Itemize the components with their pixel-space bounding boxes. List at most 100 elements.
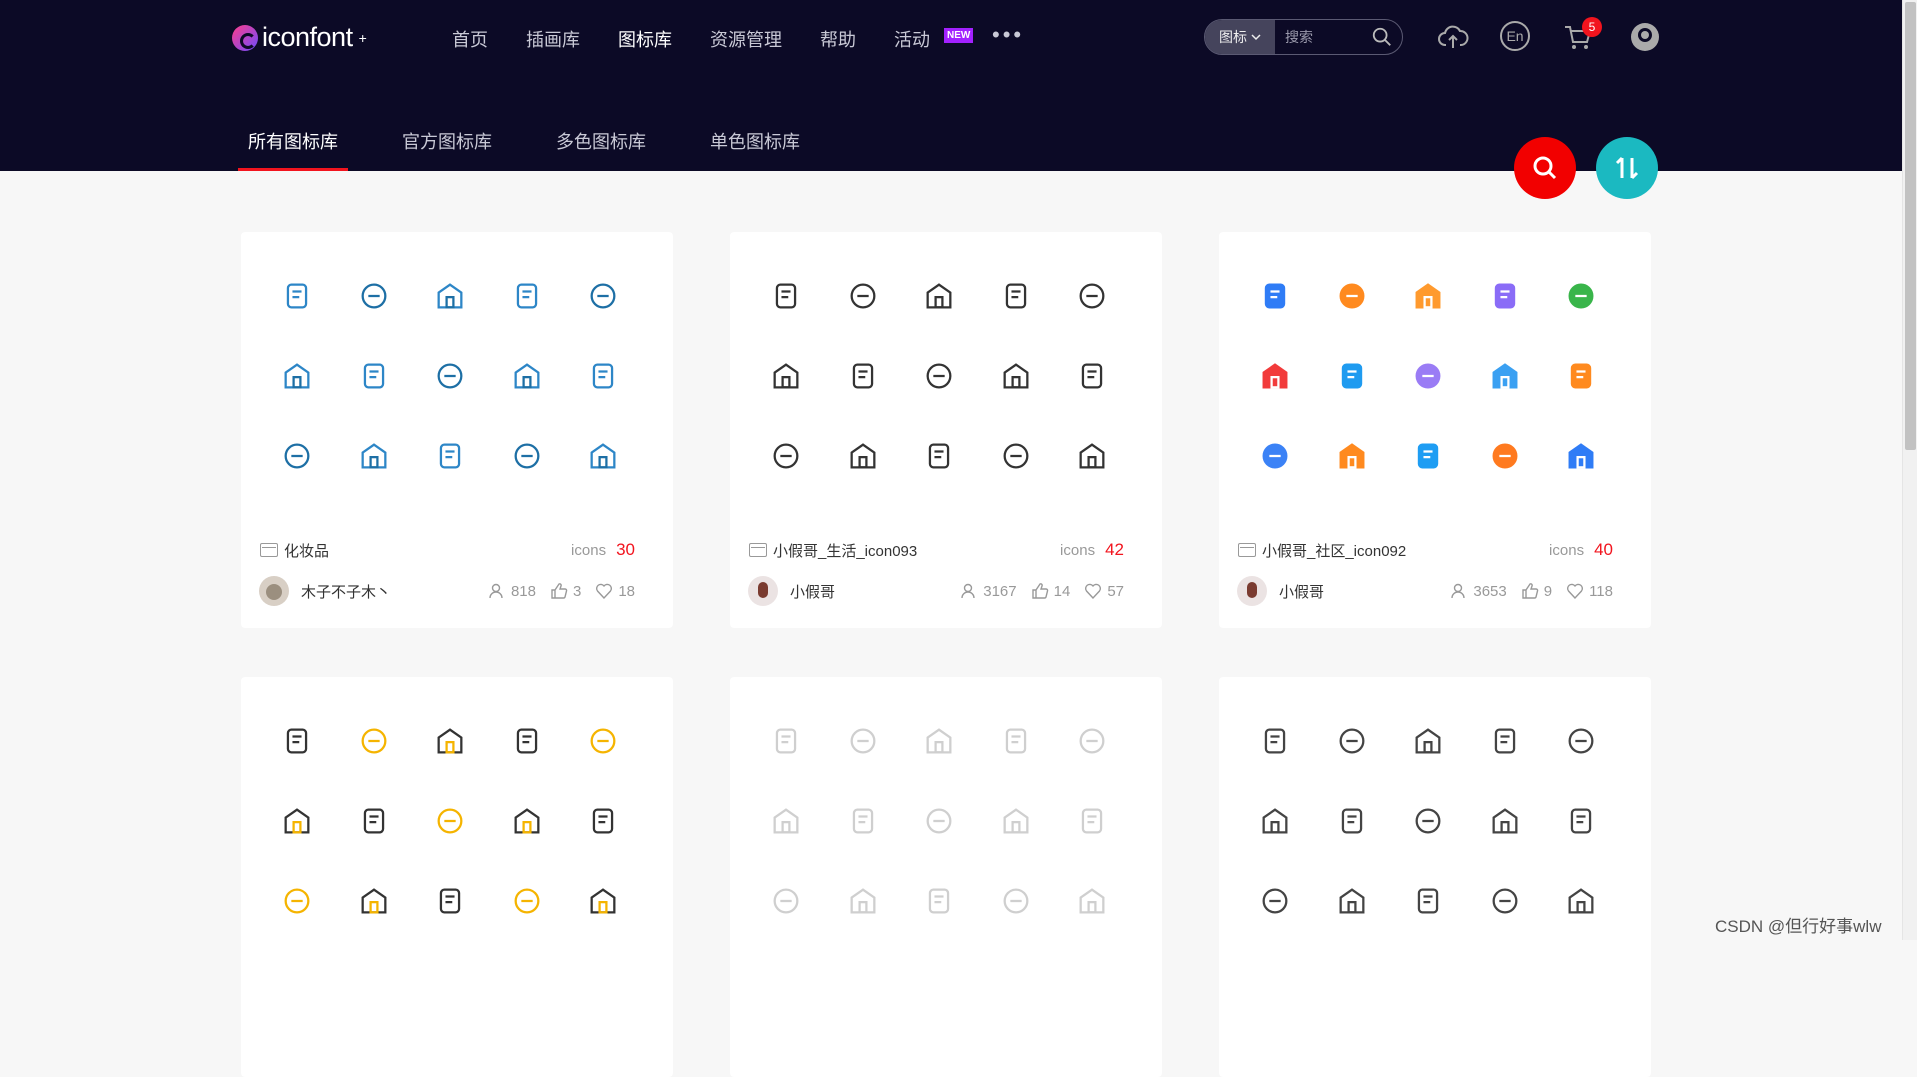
cloud-heart-icon[interactable] bbox=[921, 278, 957, 314]
search-fab[interactable] bbox=[1514, 137, 1576, 199]
sofa-icon[interactable] bbox=[279, 803, 315, 839]
author-name[interactable]: 小假哥 bbox=[1279, 581, 1324, 602]
heart-pulse-icon[interactable] bbox=[845, 883, 881, 919]
volume-icon[interactable] bbox=[1410, 883, 1446, 919]
search-icon[interactable] bbox=[1371, 26, 1393, 48]
car-icon[interactable] bbox=[998, 358, 1034, 394]
compact-icon[interactable] bbox=[356, 438, 392, 474]
tab-monochrome-libraries[interactable]: 单色图标库 bbox=[700, 128, 810, 154]
user-add-icon[interactable] bbox=[998, 438, 1034, 474]
nav-activity[interactable]: 活动 NEW bbox=[894, 26, 974, 52]
target-icon[interactable] bbox=[1487, 803, 1523, 839]
gem-icon[interactable] bbox=[1257, 723, 1293, 759]
building-icon[interactable] bbox=[585, 883, 621, 919]
spray-icon[interactable] bbox=[432, 358, 468, 394]
flower-icon[interactable] bbox=[1257, 358, 1293, 394]
user-plus-icon[interactable] bbox=[1257, 438, 1293, 474]
gift-icon[interactable] bbox=[921, 723, 957, 759]
search-doc-icon[interactable] bbox=[1487, 723, 1523, 759]
tab-official-libraries[interactable]: 官方图标库 bbox=[392, 128, 502, 154]
bicycle-icon[interactable] bbox=[768, 278, 804, 314]
document-edit-icon[interactable] bbox=[1487, 358, 1523, 394]
chip-icon[interactable] bbox=[1334, 883, 1370, 919]
powder-case-icon[interactable] bbox=[356, 278, 392, 314]
safe-icon[interactable] bbox=[1410, 803, 1446, 839]
shield-star-icon[interactable] bbox=[921, 883, 957, 919]
document-icon[interactable] bbox=[998, 883, 1034, 919]
unlock-icon[interactable] bbox=[1074, 723, 1110, 759]
thumbs-up-icon[interactable] bbox=[1521, 582, 1539, 600]
library-card[interactable] bbox=[1219, 677, 1651, 1077]
search-type-select[interactable]: 图标 bbox=[1205, 20, 1275, 54]
tab-all-libraries[interactable]: 所有图标库 bbox=[238, 128, 348, 171]
check-icon[interactable] bbox=[998, 803, 1034, 839]
question-chat-icon[interactable] bbox=[845, 723, 881, 759]
mirror-icon[interactable] bbox=[585, 438, 621, 474]
download-icon[interactable] bbox=[845, 803, 881, 839]
library-card[interactable]: 化妆品 icons 30 木子不子木丶 818 3 18 bbox=[241, 232, 673, 628]
cleaning-icon[interactable] bbox=[432, 883, 468, 919]
home-blue-icon[interactable] bbox=[1410, 438, 1446, 474]
server-icon[interactable] bbox=[1563, 803, 1599, 839]
library-name[interactable]: 小假哥_社区_icon092 bbox=[1262, 540, 1406, 561]
author-name[interactable]: 小假哥 bbox=[790, 581, 835, 602]
chevron-down-icon[interactable] bbox=[998, 723, 1034, 759]
bottle-icon[interactable] bbox=[509, 278, 545, 314]
monitor-icon[interactable] bbox=[1334, 803, 1370, 839]
store-add-icon[interactable] bbox=[1074, 438, 1110, 474]
library-card[interactable] bbox=[241, 677, 673, 1077]
question-chat-icon[interactable] bbox=[585, 723, 621, 759]
house-yen-icon[interactable] bbox=[768, 438, 804, 474]
paw-icon[interactable] bbox=[845, 358, 881, 394]
basket-icon[interactable] bbox=[1410, 278, 1446, 314]
scrollbar[interactable] bbox=[1902, 0, 1917, 940]
nav-home[interactable]: 首页 bbox=[452, 26, 488, 52]
author-name[interactable]: 木子不子木丶 bbox=[301, 581, 391, 602]
trash-icon[interactable] bbox=[432, 803, 468, 839]
slash-icon[interactable] bbox=[1257, 883, 1293, 919]
dress-icon[interactable] bbox=[768, 358, 804, 394]
headset-person-icon[interactable] bbox=[1074, 358, 1110, 394]
nav-resource-management[interactable]: 资源管理 bbox=[710, 26, 782, 52]
building-icon[interactable] bbox=[1257, 278, 1293, 314]
logo[interactable]: iconfont + bbox=[232, 22, 367, 53]
gamepad-icon[interactable] bbox=[1487, 278, 1523, 314]
clipboard-icon[interactable] bbox=[921, 803, 957, 839]
scrollbar-thumb[interactable] bbox=[1905, 2, 1916, 450]
sort-fab[interactable] bbox=[1596, 137, 1658, 199]
notice-icon[interactable] bbox=[509, 883, 545, 919]
thumbs-up-icon[interactable] bbox=[1031, 582, 1049, 600]
balloon-heart-icon[interactable] bbox=[921, 358, 957, 394]
avatar[interactable] bbox=[748, 576, 778, 606]
bottle-slim-icon[interactable] bbox=[509, 438, 545, 474]
more-menu-icon[interactable]: ••• bbox=[992, 22, 1024, 52]
cloud-download-icon[interactable] bbox=[768, 803, 804, 839]
question-chat-icon[interactable] bbox=[845, 278, 881, 314]
truck-icon[interactable] bbox=[921, 438, 957, 474]
location-face-icon[interactable] bbox=[1410, 358, 1446, 394]
layout-icon[interactable] bbox=[1563, 723, 1599, 759]
cleaning-icon[interactable] bbox=[1334, 358, 1370, 394]
laptop-icon[interactable] bbox=[1410, 723, 1446, 759]
leaf-drop-icon[interactable] bbox=[509, 358, 545, 394]
nav-illustration[interactable]: 插画库 bbox=[526, 26, 580, 52]
scooter-icon[interactable] bbox=[1334, 278, 1370, 314]
heart-icon[interactable] bbox=[595, 582, 613, 600]
house-yen-icon[interactable] bbox=[509, 803, 545, 839]
upload-cloud-icon[interactable] bbox=[1437, 21, 1469, 53]
paw-icon[interactable] bbox=[509, 723, 545, 759]
trash-icon[interactable] bbox=[1074, 278, 1110, 314]
home-yen-icon[interactable] bbox=[1487, 438, 1523, 474]
wallet-icon[interactable] bbox=[768, 723, 804, 759]
box-add-icon[interactable] bbox=[1563, 358, 1599, 394]
speaker-icon[interactable] bbox=[998, 278, 1034, 314]
avatar[interactable] bbox=[259, 576, 289, 606]
library-card[interactable]: 小假哥_社区_icon092 icons 40 小假哥 3653 9 118 bbox=[1219, 232, 1651, 628]
pulse-icon[interactable] bbox=[1334, 723, 1370, 759]
delivery-truck-icon[interactable] bbox=[1334, 438, 1370, 474]
melon-icon[interactable] bbox=[1563, 278, 1599, 314]
language-toggle[interactable]: En bbox=[1500, 21, 1530, 51]
basket-icon[interactable] bbox=[279, 723, 315, 759]
cabinet-icon[interactable] bbox=[585, 358, 621, 394]
clock-icon[interactable] bbox=[1257, 803, 1293, 839]
